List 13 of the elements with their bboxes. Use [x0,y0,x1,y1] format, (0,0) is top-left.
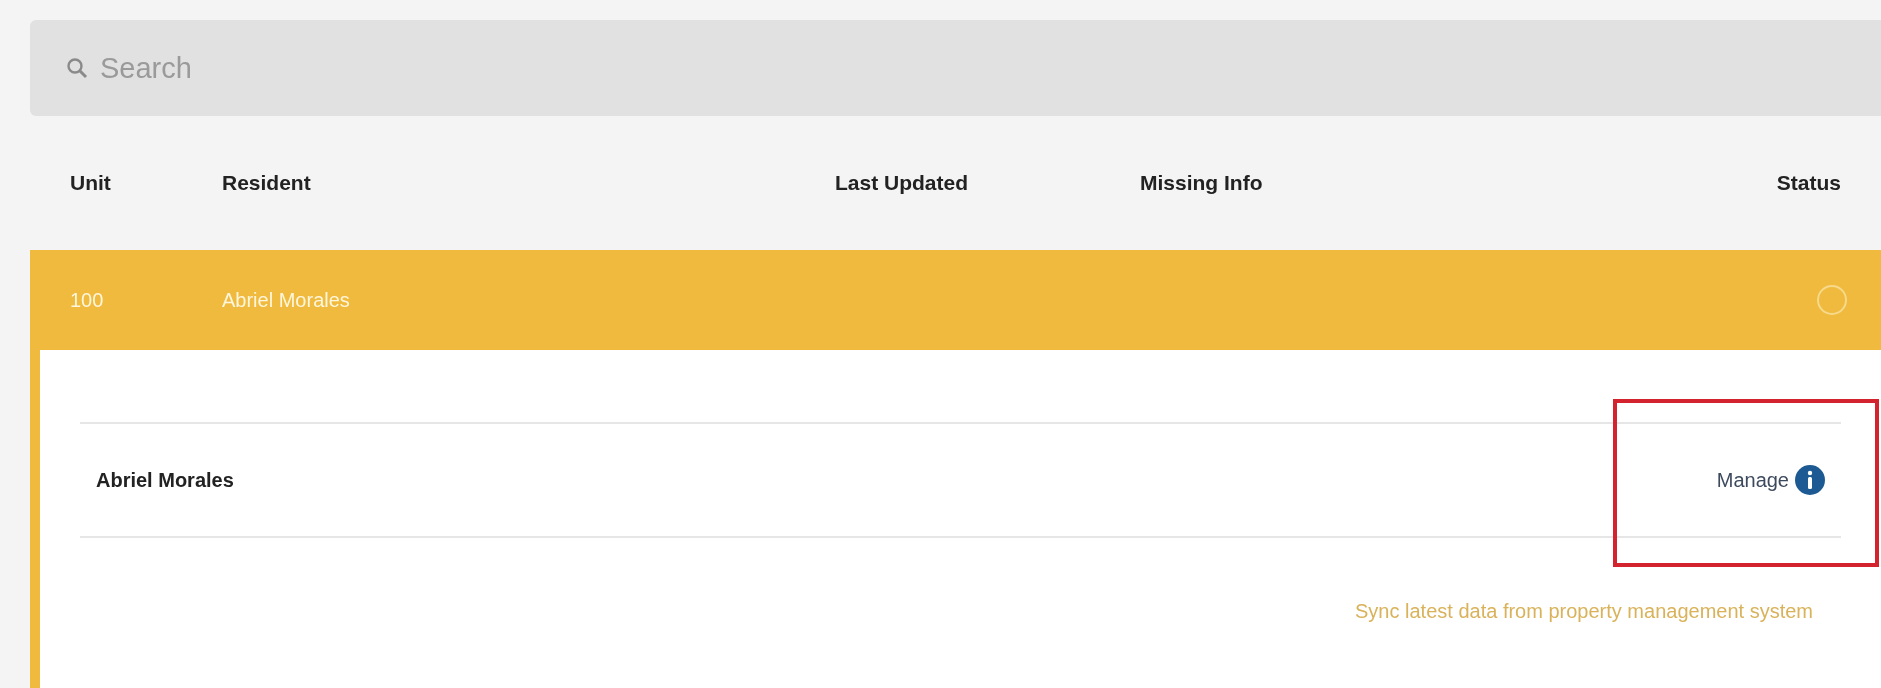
manage-link[interactable]: Manage [1716,468,1789,492]
column-header: Status [1776,171,1842,195]
resident-name: Abriel Morales [96,468,235,492]
table-cell-text: 100 [69,288,105,312]
table-row[interactable]: 100 Abriel Morales [30,250,1881,350]
table-cell-text: Abriel Morales [222,288,351,312]
search-field[interactable]: Search [30,20,1881,116]
column-header: Last Updated [835,171,969,195]
info-icon[interactable] [1795,465,1825,495]
column-header: Unit [69,171,112,195]
column-header: Resident [222,171,312,195]
sync-link[interactable]: Sync latest data from property management system [1355,600,1813,623]
column-header: Missing Info [1140,171,1264,195]
